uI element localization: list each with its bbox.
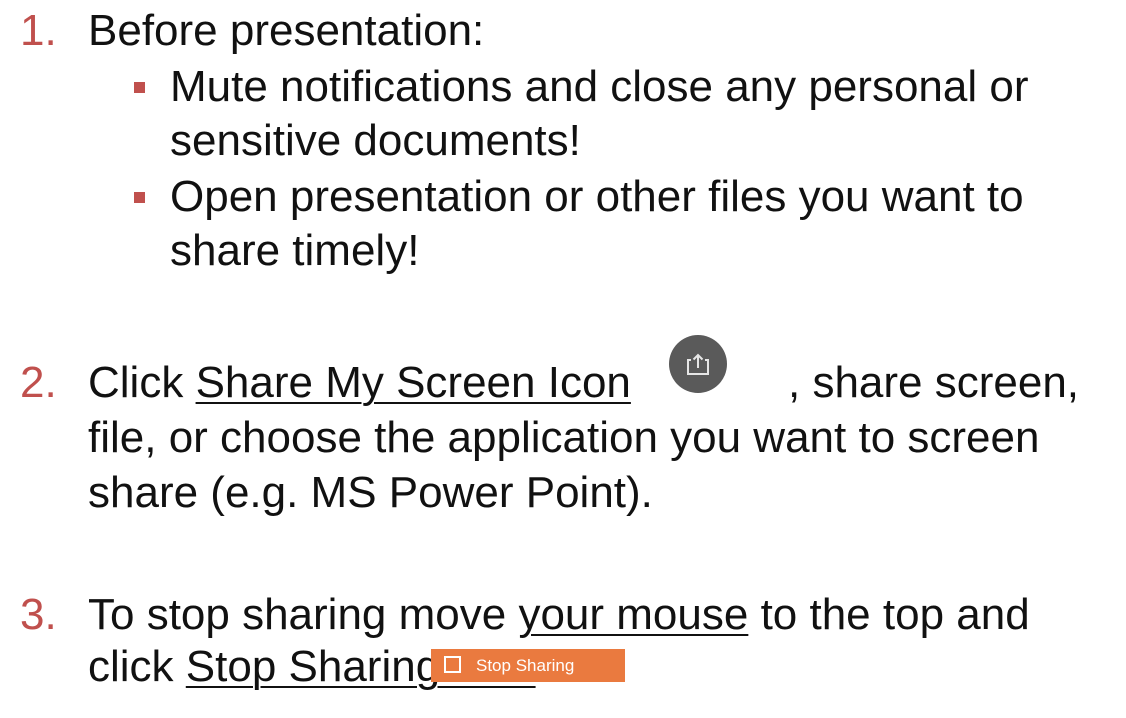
stop-sharing-button: Stop Sharing <box>431 649 625 682</box>
step-2-prefix: Click <box>88 358 196 407</box>
share-screen-icon <box>669 335 727 393</box>
step-2-number: 2. <box>20 358 57 407</box>
your-mouse-link[interactable]: your mouse <box>518 590 748 639</box>
step-3-line-1-post: to the top and <box>748 590 1030 639</box>
stop-square-icon <box>444 656 461 673</box>
bullet-marker <box>134 192 145 203</box>
step-3-line-2-pre: click <box>88 642 186 691</box>
step-3-line-1-pre: To stop sharing move <box>88 590 519 639</box>
step-2-line-2: file, or choose the application you want… <box>88 413 1040 462</box>
step-3-line-1: To stop sharing move your mouse to the t… <box>88 588 1030 642</box>
step-1-bullet-2-line-2: share timely! <box>170 226 420 275</box>
step-1-number: 1. <box>20 6 57 55</box>
slide: 1. Before presentation: Mute notificatio… <box>0 0 1126 718</box>
step-2-line-3: share (e.g. MS Power Point). <box>88 468 653 517</box>
upload-icon <box>687 353 709 375</box>
bullet-marker <box>134 82 145 93</box>
step-1-title: Before presentation: <box>88 6 485 55</box>
share-my-screen-link[interactable]: Share My Screen Icon <box>196 358 631 407</box>
step-3-number: 3. <box>20 590 57 639</box>
step-2-line-1: Click Share My Screen Icon <box>88 356 631 410</box>
step-2-suffix: , share screen, <box>788 358 1080 407</box>
step-1-bullet-2-line-1: Open presentation or other files you wan… <box>170 172 1024 221</box>
step-1-bullet-1-line-2: sensitive documents! <box>170 116 581 165</box>
step-1-bullet-1-line-1: Mute notifications and close any persona… <box>170 62 1029 111</box>
stop-sharing-label: Stop Sharing <box>476 656 575 675</box>
